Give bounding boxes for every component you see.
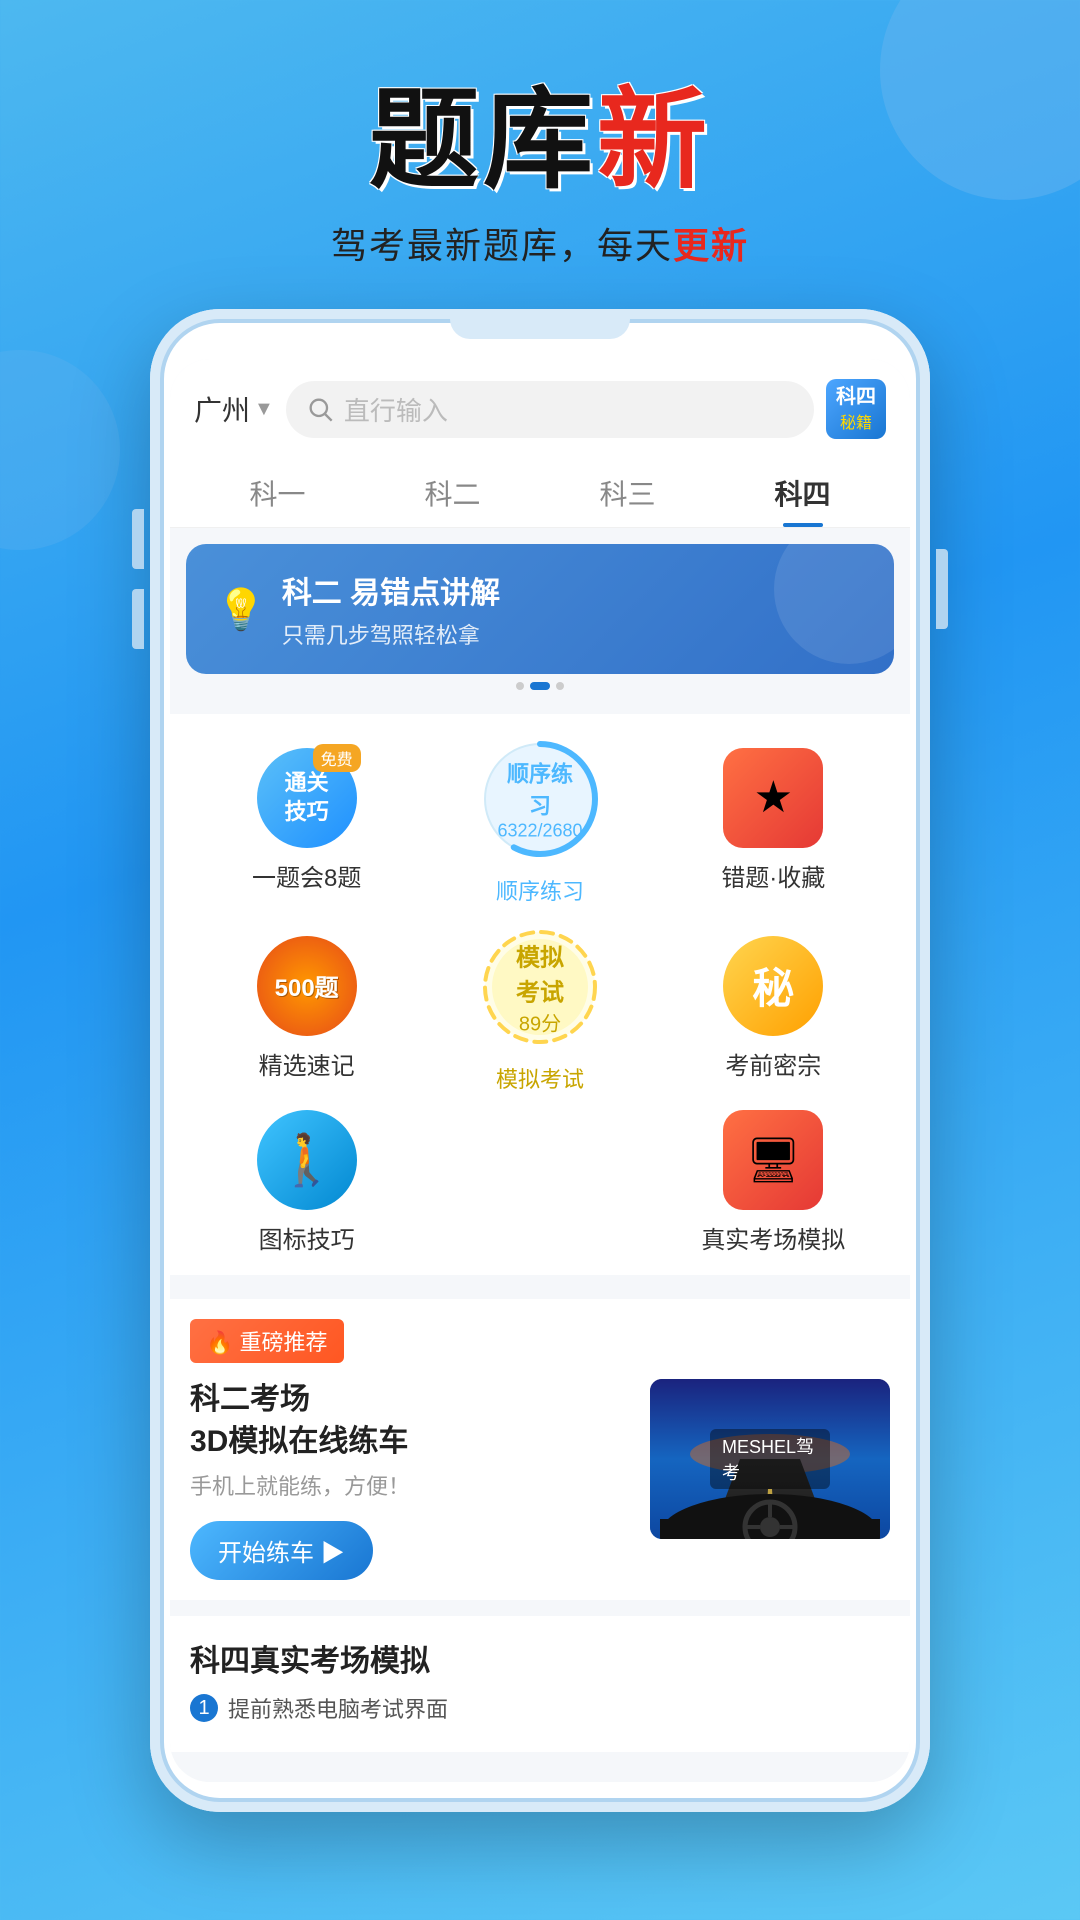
- speed500-label: 精选速记: [259, 1046, 355, 1081]
- icon-tonguan: 免费 通关技巧: [257, 748, 357, 848]
- rec-tag: 🔥 重磅推荐: [190, 1319, 344, 1363]
- rec-card-text: 科二考场3D模拟在线练车 手机上就能练，方便！ 开始练车 ▶: [190, 1379, 630, 1580]
- shunxu-progress-value: 6322/2680: [497, 821, 582, 842]
- grid-item-tonguan[interactable]: 免费 通关技巧 一题会8题: [190, 748, 423, 893]
- tonguan-label: 一题会8题: [252, 858, 361, 893]
- rec-card-subtitle: 手机上就能练，方便！: [190, 1469, 630, 1501]
- bottom-spacer: [170, 1752, 910, 1782]
- tab-ke3[interactable]: 科三: [540, 473, 715, 527]
- city-selector[interactable]: 广州 ▼: [194, 389, 274, 429]
- sec4-num-badge-1: 1: [190, 1694, 218, 1722]
- grid-row-1: 免费 通关技巧 一题会8题 顺序练习 6322/2680: [190, 734, 890, 906]
- separator-2: [170, 1600, 910, 1608]
- icon-wrongq: ★: [723, 748, 823, 848]
- rec-card: 科二考场3D模拟在线练车 手机上就能练，方便！ 开始练车 ▶: [190, 1379, 890, 1580]
- mock-label: 模拟考试: [496, 1062, 584, 1094]
- hero-section: 题库新 驾考最新题库，每天更新: [0, 0, 1080, 309]
- rec-card-image[interactable]: MESHEL驾考: [650, 1379, 890, 1539]
- icon-500-text: 500题: [275, 968, 339, 1003]
- free-badge: 免费: [313, 744, 361, 772]
- ke4-badge[interactable]: 科四 秘籍: [826, 379, 886, 439]
- mock-text: 模拟考试 89分: [507, 938, 572, 1037]
- zhenshi-label: 真实考场模拟: [701, 1220, 845, 1255]
- icon-500: 500题: [257, 936, 357, 1036]
- banner-text-wrap: 科二 易错点讲解 只需几步驾照轻松拿: [282, 568, 864, 650]
- sec4-title: 科四真实考场模拟: [190, 1636, 890, 1680]
- grid-item-kaomian[interactable]: 秘 考前密宗: [657, 936, 890, 1081]
- tonguan-text: 通关技巧: [285, 769, 329, 826]
- search-icon: [306, 395, 334, 423]
- kaomian-label: 考前密宗: [725, 1046, 821, 1081]
- hero-subtitle: 驾考最新题库，每天更新: [0, 217, 1080, 269]
- sec4-section: 科四真实考场模拟 1 提前熟悉电脑考试界面: [170, 1616, 910, 1752]
- grid-row-2: 500题 精选速记 模拟考试 89分: [190, 922, 890, 1094]
- city-dropdown-icon: ▼: [254, 398, 274, 421]
- bg-decoration-circle-left: [0, 350, 120, 550]
- banner-dot-2: [530, 682, 550, 690]
- wrongq-label: 错题·收藏: [721, 858, 825, 893]
- kaomian-icon-text: 秘: [752, 955, 794, 1016]
- city-name: 广州: [194, 389, 250, 429]
- side-btn-volume-up: [132, 509, 144, 569]
- mock-score: 89分: [507, 1008, 572, 1037]
- ke4-sub-text: 秘籍: [836, 409, 876, 433]
- shunxu-text: 顺序练习 6322/2680: [497, 757, 582, 842]
- hero-title-red: 新: [597, 79, 711, 202]
- sec4-desc-item-1: 1 提前熟悉电脑考试界面: [190, 1692, 890, 1724]
- banner-subtitle: 只需几步驾照轻松拿: [282, 618, 864, 650]
- shunxu-circle: 顺序练习 6322/2680: [475, 734, 605, 864]
- tab-ke2[interactable]: 科二: [365, 473, 540, 527]
- phone-notch: [450, 309, 630, 339]
- grid-item-wrongq[interactable]: ★ 错题·收藏: [657, 748, 890, 893]
- icon-kaomian: 秘: [723, 936, 823, 1036]
- grid-item-mock[interactable]: 模拟考试 89分 模拟考试: [423, 922, 656, 1094]
- hero-subtitle-main: 驾考最新题库，每天: [331, 225, 673, 266]
- separator-1: [170, 1283, 910, 1291]
- grid-item-zhenshi[interactable]: 🖥 真实考场模拟: [657, 1110, 890, 1255]
- shunxu-label: 顺序练习: [496, 874, 584, 906]
- rec-start-button[interactable]: 开始练车 ▶: [190, 1521, 373, 1580]
- grid-item-500[interactable]: 500题 精选速记: [190, 936, 423, 1081]
- search-input-wrap[interactable]: 直行输入: [286, 381, 814, 438]
- grid-row-3: 🚶 图标技巧 🖥 真实考场模拟: [190, 1110, 890, 1255]
- tab-ke1[interactable]: 科一: [190, 473, 365, 527]
- banner-title: 科二 易错点讲解: [282, 568, 864, 612]
- ke4-main-text: 科四: [836, 385, 876, 409]
- rec-tag-text: 🔥 重磅推荐: [206, 1325, 328, 1357]
- icon-zhenshi: 🖥: [723, 1110, 823, 1210]
- recommendation-section: 🔥 重磅推荐 科二考场3D模拟在线练车 手机上就能练，方便！ 开始练车 ▶: [170, 1299, 910, 1600]
- mock-circle: 模拟考试 89分: [475, 922, 605, 1052]
- banner-icon: 💡: [216, 586, 266, 633]
- icon-tubiao: 🚶: [257, 1110, 357, 1210]
- wrongq-icon-glyph: ★: [754, 772, 793, 823]
- sec4-desc-text-1: 提前熟悉电脑考试界面: [228, 1692, 448, 1724]
- rec-start-btn-text: 开始练车 ▶: [218, 1533, 345, 1568]
- phone-mockup: 广州 ▼ 直行输入 科四 秘籍 科一 科二: [150, 309, 930, 1812]
- hero-title-black: 题库: [369, 79, 597, 202]
- tubiao-label: 图标技巧: [259, 1220, 355, 1255]
- grid-section: 免费 通关技巧 一题会8题 顺序练习 6322/2680: [170, 714, 910, 1275]
- banner-dot-3: [556, 682, 564, 690]
- hero-title: 题库新: [0, 80, 1080, 201]
- banner-section[interactable]: 💡 科二 易错点讲解 只需几步驾照轻松拿: [170, 528, 910, 714]
- meshel-label: MESHEL驾考: [710, 1429, 830, 1489]
- phone-screen: 广州 ▼ 直行输入 科四 秘籍 科一 科二: [170, 359, 910, 1782]
- banner-dots: [186, 674, 894, 698]
- shunxu-main-label: 顺序练习: [497, 757, 582, 821]
- tab-ke4[interactable]: 科四: [715, 473, 890, 527]
- search-bar-area: 广州 ▼ 直行输入 科四 秘籍: [170, 359, 910, 459]
- grid-item-shunxu[interactable]: 顺序练习 6322/2680 顺序练习: [423, 734, 656, 906]
- tab-bar: 科一 科二 科三 科四: [170, 459, 910, 528]
- rec-card-title: 科二考场3D模拟在线练车: [190, 1379, 630, 1463]
- banner-card[interactable]: 💡 科二 易错点讲解 只需几步驾照轻松拿: [186, 544, 894, 674]
- hero-subtitle-update: 更新: [673, 225, 749, 266]
- banner-dot-1: [516, 682, 524, 690]
- side-btn-volume-down: [132, 589, 144, 649]
- side-btn-power: [936, 549, 948, 629]
- mock-main-label: 模拟考试: [507, 938, 572, 1008]
- zhenshi-icon-glyph: 🖥: [745, 1134, 801, 1186]
- tubiao-icon-glyph: 🚶: [276, 1131, 338, 1190]
- grid-item-tubiao[interactable]: 🚶 图标技巧: [190, 1110, 423, 1255]
- search-placeholder-text: 直行输入: [344, 391, 448, 428]
